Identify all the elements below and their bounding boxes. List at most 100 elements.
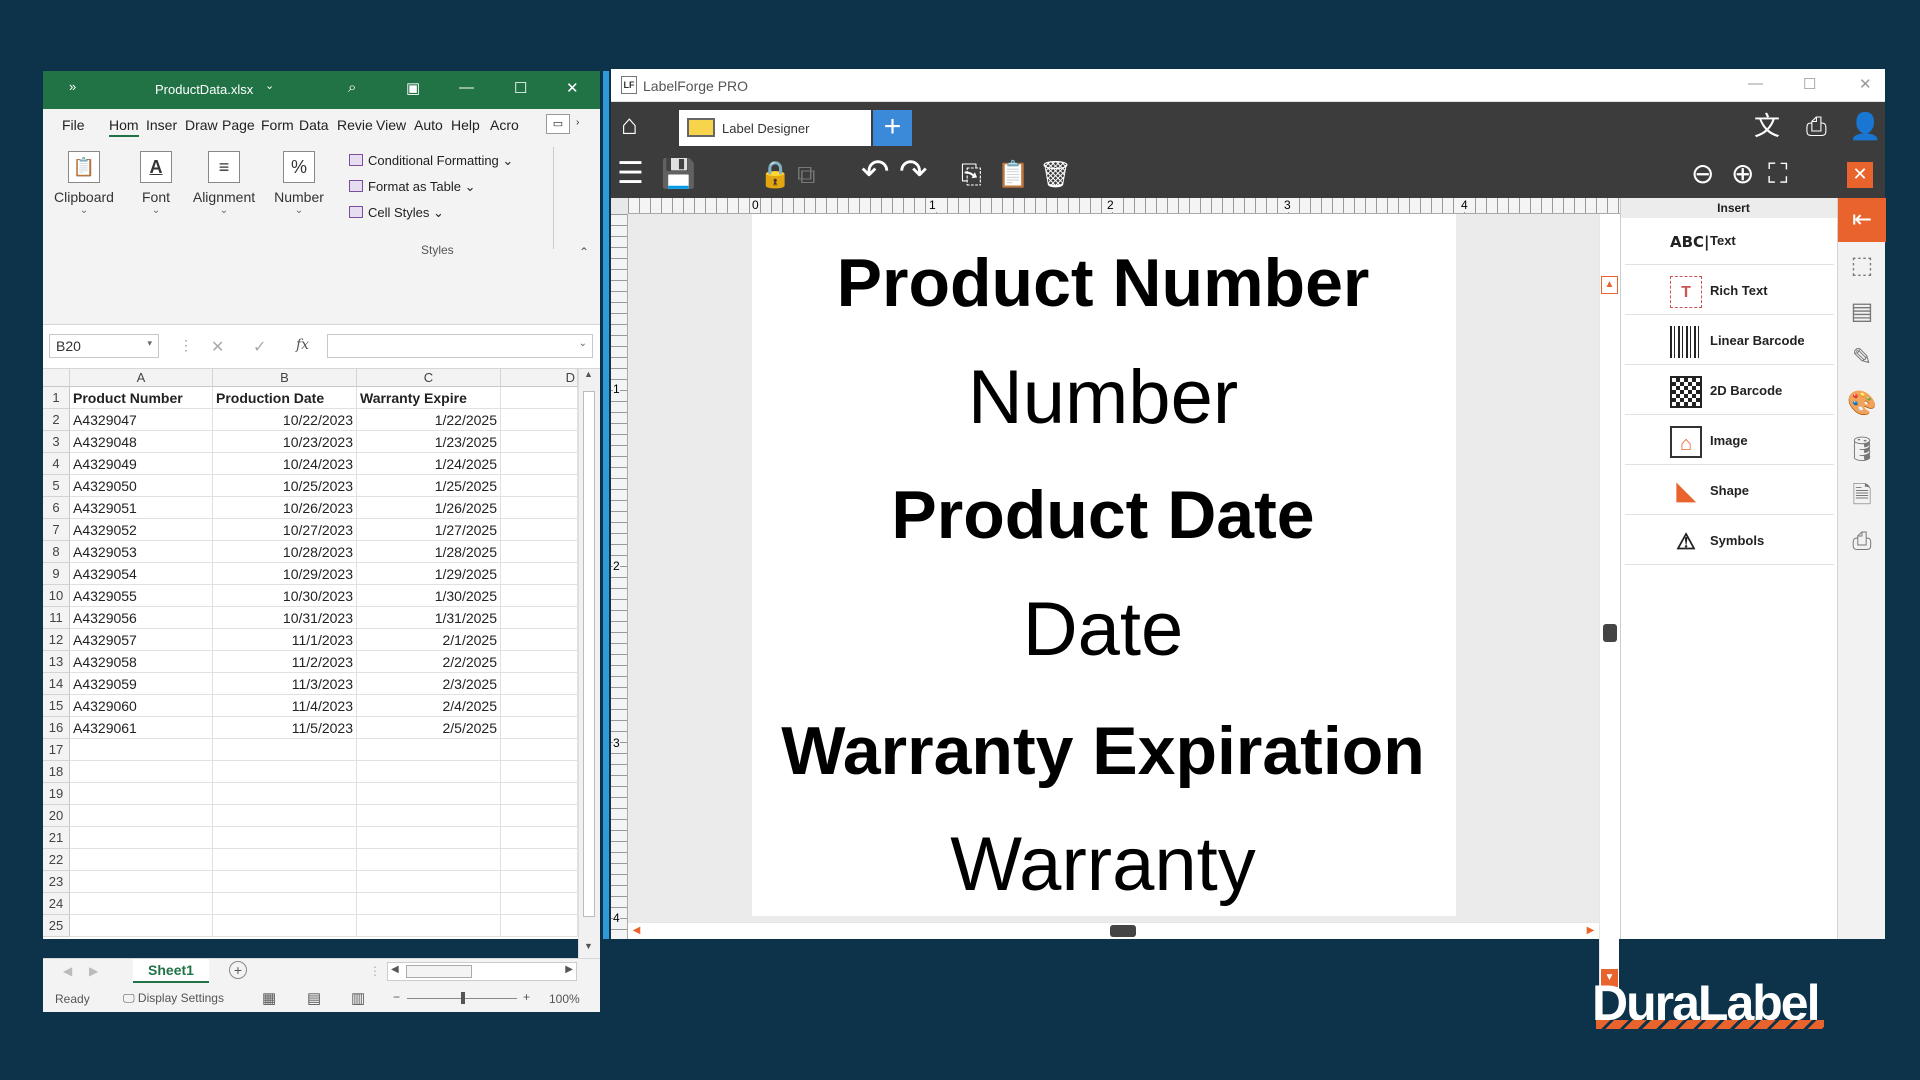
row-header[interactable]: 2 bbox=[43, 409, 70, 431]
menu-home[interactable]: Hom bbox=[109, 117, 139, 137]
insert-2d-barcode-button[interactable]: 2D Barcode bbox=[1625, 368, 1834, 415]
cell-d[interactable] bbox=[501, 695, 578, 717]
cell-b[interactable] bbox=[213, 893, 357, 915]
insert-tool-icon[interactable]: ⇤ bbox=[1838, 198, 1886, 242]
cell-a[interactable]: A4329059 bbox=[70, 673, 213, 695]
cell-styles-button[interactable]: Cell Styles ⌄ bbox=[349, 205, 444, 221]
cell-c[interactable]: 2/1/2025 bbox=[357, 629, 501, 651]
cell-b[interactable] bbox=[213, 739, 357, 761]
cell-c[interactable]: 1/31/2025 bbox=[357, 607, 501, 629]
row-header[interactable]: 15 bbox=[43, 695, 70, 717]
paste-icon[interactable]: 📋 bbox=[997, 156, 1029, 192]
display-settings-button[interactable]: 🖵 Display Settings bbox=[123, 991, 224, 1006]
search-icon[interactable]: ⌕ bbox=[348, 79, 356, 96]
cell-c[interactable] bbox=[357, 849, 501, 871]
cell-c[interactable]: 1/22/2025 bbox=[357, 409, 501, 431]
font-group[interactable]: A Font ⌄ bbox=[133, 151, 179, 216]
cell-c[interactable]: 1/28/2025 bbox=[357, 541, 501, 563]
maximize-icon[interactable]: ☐ bbox=[1803, 75, 1816, 93]
cell-a[interactable] bbox=[70, 915, 213, 937]
insert-rich-text-button[interactable]: T Rich Text bbox=[1625, 268, 1834, 315]
page-break-view-icon[interactable]: ▥ bbox=[351, 989, 365, 1007]
cell-b[interactable]: 11/4/2023 bbox=[213, 695, 357, 717]
document-settings-icon[interactable]: 🗎 bbox=[1846, 480, 1878, 512]
canvas-vertical-scrollbar[interactable]: ▲ ▼ bbox=[1599, 214, 1619, 989]
menu-help[interactable]: Help bbox=[451, 117, 480, 133]
worksheet-grid[interactable]: A B C D 1 Product Number Production Date Wa… bbox=[43, 369, 578, 961]
insert-linear-barcode-button[interactable]: Linear Barcode bbox=[1625, 318, 1834, 365]
row-header[interactable]: 20 bbox=[43, 805, 70, 827]
cell-a[interactable]: A4329061 bbox=[70, 717, 213, 739]
cell-b[interactable]: 10/27/2023 bbox=[213, 519, 357, 541]
row-header[interactable]: 7 bbox=[43, 519, 70, 541]
insert-symbols-button[interactable]: ⚠ Symbols bbox=[1625, 518, 1834, 565]
cell-a[interactable]: A4329054 bbox=[70, 563, 213, 585]
number-group[interactable]: % Number ⌄ bbox=[269, 151, 329, 216]
column-header-b[interactable]: B bbox=[213, 369, 357, 387]
cell-a[interactable]: A4329047 bbox=[70, 409, 213, 431]
cell-d[interactable] bbox=[501, 915, 578, 937]
copy-icon[interactable]: ⎘ bbox=[961, 156, 982, 192]
cell-d[interactable] bbox=[501, 453, 578, 475]
cell-d[interactable] bbox=[501, 871, 578, 893]
zoom-in-icon[interactable]: + bbox=[523, 990, 530, 1004]
cell-a[interactable] bbox=[70, 893, 213, 915]
cell-c[interactable]: 1/27/2025 bbox=[357, 519, 501, 541]
row-header[interactable]: 25 bbox=[43, 915, 70, 937]
minimize-icon[interactable]: — bbox=[459, 79, 474, 96]
pencil-icon[interactable]: ✎ bbox=[1846, 342, 1878, 374]
excel-file-title[interactable]: ProductData.xlsx bbox=[155, 82, 253, 97]
expand-formula-icon[interactable]: ⌄ bbox=[579, 338, 587, 349]
close-panel-button[interactable]: ✕ bbox=[1847, 162, 1873, 188]
cell-d[interactable] bbox=[501, 585, 578, 607]
zoom-in-icon[interactable]: ⊕ bbox=[1731, 156, 1754, 192]
cell-b[interactable]: 10/30/2023 bbox=[213, 585, 357, 607]
cell-c[interactable]: 2/3/2025 bbox=[357, 673, 501, 695]
row-header[interactable]: 10 bbox=[43, 585, 70, 607]
label-field-warranty[interactable]: Warranty bbox=[752, 821, 1454, 908]
cell-b[interactable]: 10/23/2023 bbox=[213, 431, 357, 453]
cell-c[interactable]: Warranty Expire bbox=[357, 387, 501, 409]
row-header[interactable]: 3 bbox=[43, 431, 70, 453]
cell-c[interactable] bbox=[357, 871, 501, 893]
row-header[interactable]: 24 bbox=[43, 893, 70, 915]
row-header[interactable]: 21 bbox=[43, 827, 70, 849]
row-header[interactable]: 14 bbox=[43, 673, 70, 695]
row-header[interactable]: 6 bbox=[43, 497, 70, 519]
row-header[interactable]: 12 bbox=[43, 629, 70, 651]
cell-b[interactable] bbox=[213, 761, 357, 783]
row-header[interactable]: 5 bbox=[43, 475, 70, 497]
cell-d[interactable] bbox=[501, 607, 578, 629]
cell-b[interactable]: 10/26/2023 bbox=[213, 497, 357, 519]
translate-icon[interactable]: 文 bbox=[1754, 108, 1780, 144]
new-tab-button[interactable]: + bbox=[873, 110, 912, 146]
row-header[interactable]: 18 bbox=[43, 761, 70, 783]
horizontal-scrollbar[interactable]: ◀ ▶ bbox=[387, 962, 577, 981]
h-scroll-thumb[interactable] bbox=[406, 965, 472, 978]
cell-a[interactable]: A4329060 bbox=[70, 695, 213, 717]
add-sheet-icon[interactable]: + bbox=[229, 961, 247, 979]
user-settings-icon[interactable]: 👤 bbox=[1849, 108, 1881, 144]
title-dropdown-icon[interactable]: ⌄ bbox=[265, 79, 274, 92]
lock-icon[interactable]: 🔒 bbox=[759, 156, 791, 192]
cell-c[interactable] bbox=[357, 739, 501, 761]
cell-a[interactable]: A4329056 bbox=[70, 607, 213, 629]
menu-scroll-right-icon[interactable]: › bbox=[576, 117, 579, 128]
h-scroll-thumb[interactable] bbox=[1110, 925, 1136, 937]
cell-c[interactable]: 1/29/2025 bbox=[357, 563, 501, 585]
minimize-icon[interactable]: — bbox=[1748, 75, 1763, 92]
tab-splitter-icon[interactable]: ⋮ bbox=[369, 964, 381, 978]
scroll-right-icon[interactable]: ▶ bbox=[1582, 923, 1599, 939]
database-icon[interactable]: 🛢 bbox=[1846, 434, 1878, 466]
cell-b[interactable]: 10/25/2023 bbox=[213, 475, 357, 497]
comments-icon[interactable]: ▭ bbox=[546, 114, 570, 134]
printer-icon[interactable]: ⎙ bbox=[1806, 108, 1827, 144]
trash-icon[interactable]: 🗑 bbox=[1039, 156, 1072, 192]
row-header[interactable]: 8 bbox=[43, 541, 70, 563]
cell-c[interactable]: 1/25/2025 bbox=[357, 475, 501, 497]
zoom-out-icon[interactable]: ⊖ bbox=[1691, 156, 1714, 192]
column-header-a[interactable]: A bbox=[70, 369, 213, 387]
cell-d[interactable] bbox=[501, 717, 578, 739]
cell-d[interactable] bbox=[501, 805, 578, 827]
scroll-left-icon[interactable]: ◀ bbox=[628, 923, 645, 939]
